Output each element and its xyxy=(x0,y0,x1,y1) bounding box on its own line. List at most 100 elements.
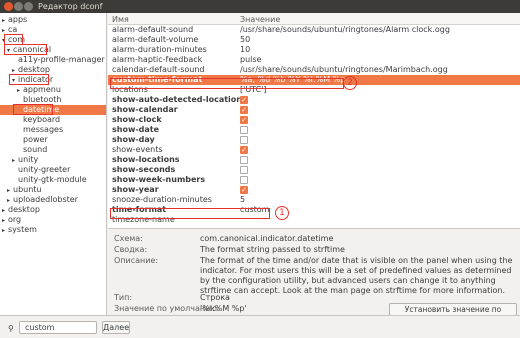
key-row-snooze-duration-minutes[interactable]: snooze-duration-minutes 5 xyxy=(108,195,520,205)
tree-item-appmenu[interactable]: ▸ appmenu xyxy=(0,85,106,95)
tree-item-com[interactable]: ▾ com xyxy=(0,35,106,45)
key-row-timezone-name[interactable]: timezone-name xyxy=(108,215,520,225)
key-value[interactable]: pulse xyxy=(240,55,261,65)
key-row-show-year[interactable]: show-year ✓ xyxy=(108,185,520,195)
annotation-marker-2: 2 xyxy=(343,76,357,90)
key-row-show-calendar[interactable]: show-calendar ✓ xyxy=(108,105,520,115)
checkbox-checked-icon[interactable]: ✓ xyxy=(240,186,248,194)
tree-item-sound[interactable]: sound xyxy=(0,145,106,155)
minimize-icon[interactable] xyxy=(14,2,23,11)
checkbox-unchecked-icon[interactable] xyxy=(240,156,248,164)
keys-list[interactable]: alarm-default-sound/usr/share/sounds/ubu… xyxy=(108,25,520,228)
key-row-calendar-default-sound[interactable]: calendar-default-sound/usr/share/sounds/… xyxy=(108,65,520,75)
tree-item-unity-greeter[interactable]: unity-greeter xyxy=(0,165,106,175)
key-name: show-date xyxy=(112,125,160,134)
tree-item-messages[interactable]: messages xyxy=(0,125,106,135)
tree-item-unity-gtk-module[interactable]: unity-gtk-module xyxy=(0,175,106,185)
key-value[interactable]: ['UTC'] xyxy=(240,85,267,95)
tree-item-desktop[interactable]: ▸ desktop xyxy=(0,205,106,215)
tree-item-a11y-profile-manager[interactable]: a11y-profile-manager xyxy=(0,55,106,65)
close-icon[interactable] xyxy=(4,2,13,11)
checkbox-checked-icon[interactable]: ✓ xyxy=(240,96,248,104)
tree-item-label: apps xyxy=(8,15,28,24)
tree-item-label: datetime xyxy=(23,105,60,114)
key-row-show-locations[interactable]: show-locations xyxy=(108,155,520,165)
tree-item-apps[interactable]: ▸ apps xyxy=(0,15,106,25)
key-row-show-day[interactable]: show-day xyxy=(108,135,520,145)
key-value[interactable]: /usr/share/sounds/ubuntu/ringtones/Marim… xyxy=(240,65,448,75)
key-value[interactable]: %a, %d %b %Y %l:%M %p xyxy=(240,75,345,85)
key-value[interactable]: custom xyxy=(240,205,269,215)
key-details-panel: Схема: com.canonical.indicator.datetime … xyxy=(108,228,520,325)
tree-item-uploadedlobster[interactable]: ▸ uploadedlobster xyxy=(0,195,106,205)
key-row-show-auto-detected-location[interactable]: show-auto-detected-location ✓ xyxy=(108,95,520,105)
checkbox-checked-icon[interactable]: ✓ xyxy=(240,146,248,154)
key-row-alarm-haptic-feedback[interactable]: alarm-haptic-feedback pulse xyxy=(108,55,520,65)
tree-item-label: power xyxy=(23,135,48,144)
key-name: show-day xyxy=(112,135,155,144)
description-value: The format of the time and/or date that … xyxy=(200,256,513,295)
key-row-custom-time-format[interactable]: custom-time-format %a, %d %b %Y %l:%M %p xyxy=(108,75,520,85)
key-value[interactable]: 5 xyxy=(240,195,245,205)
schema-tree[interactable]: ▸ apps ▸ ca ▾ com ▾ canonical a11y-profile-manag… xyxy=(0,13,107,315)
tree-item-canonical[interactable]: ▾ canonical xyxy=(0,45,106,55)
key-value[interactable]: 10 xyxy=(240,45,250,55)
key-row-show-date[interactable]: show-date xyxy=(108,125,520,135)
key-name: alarm-default-sound xyxy=(112,25,194,34)
tree-item-datetime[interactable]: datetime xyxy=(0,105,106,115)
column-header-value[interactable]: Значение xyxy=(240,15,280,24)
tree-item-indicator[interactable]: ▾ indicator xyxy=(0,75,106,85)
key-value[interactable]: 50 xyxy=(240,35,250,45)
tree-item-label: org xyxy=(8,215,22,224)
key-row-time-format[interactable]: time-format custom xyxy=(108,205,520,215)
key-row-show-events[interactable]: show-events ✓ xyxy=(108,145,520,155)
next-button[interactable]: Далее xyxy=(102,321,130,334)
keys-list-header: Имя Значение xyxy=(108,13,520,25)
tree-item-label: unity-gtk-module xyxy=(18,175,87,184)
checkbox-unchecked-icon[interactable] xyxy=(240,126,248,134)
key-row-show-clock[interactable]: show-clock ✓ xyxy=(108,115,520,125)
checkbox-checked-icon[interactable]: ✓ xyxy=(240,116,248,124)
window-title: Редактор dconf xyxy=(38,2,103,11)
key-name: show-locations xyxy=(112,155,180,164)
tree-item-ubuntu[interactable]: ▸ ubuntu xyxy=(0,185,106,195)
tree-item-desktop[interactable]: ▸ desktop xyxy=(0,65,106,75)
key-name: show-seconds xyxy=(112,165,176,174)
checkbox-unchecked-icon[interactable] xyxy=(240,176,248,184)
tree-item-keyboard[interactable]: keyboard xyxy=(0,115,106,125)
key-row-locations[interactable]: locations ['UTC'] xyxy=(108,85,520,95)
column-header-name[interactable]: Имя xyxy=(112,15,129,24)
tree-item-org[interactable]: ▸ org xyxy=(0,215,106,225)
tree-item-label: a11y-profile-manager xyxy=(18,55,105,64)
tree-item-system[interactable]: ▸ system xyxy=(0,225,106,235)
key-row-alarm-default-sound[interactable]: alarm-default-sound/usr/share/sounds/ubu… xyxy=(108,25,520,35)
key-name: show-year xyxy=(112,185,159,194)
key-row-show-seconds[interactable]: show-seconds xyxy=(108,165,520,175)
checkbox-checked-icon[interactable]: ✓ xyxy=(240,106,248,114)
key-name: show-calendar xyxy=(112,105,178,114)
tree-item-ca[interactable]: ▸ ca xyxy=(0,25,106,35)
checkbox-unchecked-icon[interactable] xyxy=(240,166,248,174)
key-name: locations xyxy=(112,85,148,94)
maximize-icon[interactable] xyxy=(24,2,33,11)
type-value: Строка xyxy=(200,293,230,302)
tree-item-bluetooth[interactable]: bluetooth xyxy=(0,95,106,105)
tree-item-power[interactable]: power xyxy=(0,135,106,145)
tree-item-label: system xyxy=(8,225,37,234)
tree-item-label: ubuntu xyxy=(13,185,42,194)
key-value[interactable]: /usr/share/sounds/ubuntu/ringtones/Alarm… xyxy=(240,25,450,35)
tree-item-label: desktop xyxy=(8,205,40,214)
tree-item-label: uploadedlobster xyxy=(13,195,78,204)
summary-label: Сводка: xyxy=(114,245,148,254)
key-row-alarm-duration-minutes[interactable]: alarm-duration-minutes 10 xyxy=(108,45,520,55)
key-row-show-week-numbers[interactable]: show-week-numbers xyxy=(108,175,520,185)
search-input[interactable] xyxy=(19,321,97,334)
key-name: show-auto-detected-location xyxy=(112,95,242,104)
type-label: Тип: xyxy=(114,293,133,302)
checkbox-unchecked-icon[interactable] xyxy=(240,136,248,144)
tree-item-unity[interactable]: ▸ unity xyxy=(0,155,106,165)
tree-item-label: unity-greeter xyxy=(18,165,71,174)
tree-item-label: bluetooth xyxy=(23,95,62,104)
key-row-alarm-default-volume[interactable]: alarm-default-volume 50 xyxy=(108,35,520,45)
tree-item-label: com xyxy=(8,35,26,44)
